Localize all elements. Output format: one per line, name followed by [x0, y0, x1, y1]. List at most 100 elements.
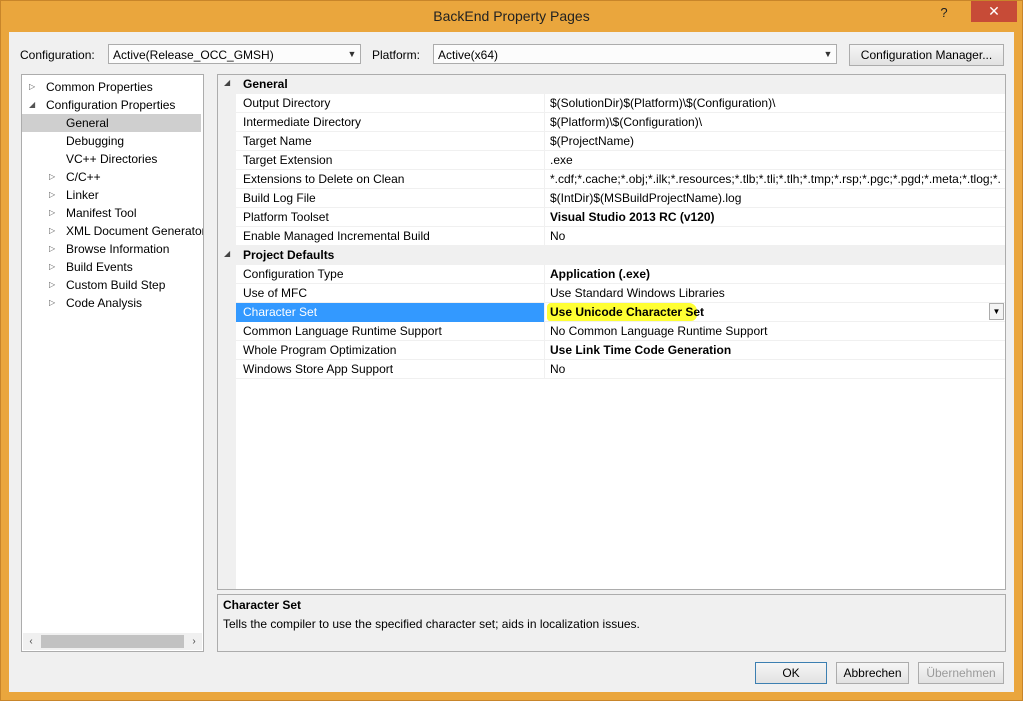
description-title: Character Set	[223, 598, 302, 612]
tree-item[interactable]: ▷ Build Events	[49, 258, 133, 276]
chevron-down-icon: ▼	[347, 49, 357, 59]
column-divider[interactable]	[544, 170, 545, 189]
property-name: Character Set	[243, 305, 318, 319]
property-row[interactable]: Enable Managed Incremental Build No	[218, 227, 1005, 246]
property-row[interactable]: Intermediate Directory $(Platform)\$(Conf…	[218, 113, 1005, 132]
property-value: No Common Language Runtime Support	[550, 324, 768, 338]
description-panel: Character Set Tells the compiler to use …	[217, 594, 1006, 652]
collapse-arrow-icon[interactable]: ◢	[224, 249, 230, 258]
column-divider[interactable]	[544, 265, 545, 284]
column-divider[interactable]	[544, 94, 545, 113]
tree-item-label: VC++ Directories	[66, 152, 158, 166]
property-value: .exe	[550, 153, 573, 167]
apply-button[interactable]: Übernehmen	[918, 662, 1004, 684]
property-row[interactable]: Whole Program Optimization Use Link Time …	[218, 341, 1005, 360]
column-divider[interactable]	[544, 227, 545, 246]
tree-item[interactable]: ▷ Browse Information	[49, 240, 169, 258]
property-row[interactable]: Use of MFC Use Standard Windows Libraries	[218, 284, 1005, 303]
tree-item[interactable]: ▷ Linker	[49, 186, 99, 204]
property-grid[interactable]: ◢ General Output Directory $(SolutionDir)$(…	[217, 74, 1006, 590]
property-row[interactable]: Build Log File $(IntDir)$(MSBuildProjectN…	[218, 189, 1005, 208]
scroll-left-icon[interactable]: ‹	[23, 633, 39, 650]
configuration-select[interactable]: Active(Release_OCC_GMSH) ▼	[108, 44, 361, 64]
property-value: $(ProjectName)	[550, 134, 635, 148]
property-row[interactable]: Windows Store App Support No	[218, 360, 1005, 379]
property-row[interactable]: Configuration Type Application (.exe)	[218, 265, 1005, 284]
property-name: Extensions to Delete on Clean	[243, 172, 405, 186]
expand-arrow-icon[interactable]: ▷	[29, 78, 35, 96]
configuration-value: Active(Release_OCC_GMSH)	[113, 48, 274, 62]
property-value: *.cdf;*.cache;*.obj;*.ilk;*.resources;*.…	[550, 172, 1001, 186]
tree-item[interactable]: General	[22, 114, 201, 132]
expand-arrow-icon[interactable]: ▷	[49, 204, 55, 222]
expand-arrow-icon[interactable]: ▷	[49, 168, 55, 186]
column-divider[interactable]	[544, 113, 545, 132]
tree-item[interactable]: ▷ Manifest Tool	[49, 204, 137, 222]
tree-item[interactable]: ▷ C/C++	[49, 168, 101, 186]
property-value: Use Link Time Code Generation	[550, 343, 732, 357]
tree-item-label: C/C++	[66, 170, 101, 184]
platform-label: Platform:	[372, 48, 421, 62]
tree-item[interactable]: ◢ Configuration Properties	[29, 96, 175, 114]
expand-arrow-icon[interactable]: ▷	[49, 222, 55, 240]
column-divider[interactable]	[544, 322, 545, 341]
property-name: Intermediate Directory	[243, 115, 362, 129]
property-row[interactable]: Common Language Runtime Support No Common…	[218, 322, 1005, 341]
window-title: BackEnd Property Pages	[433, 8, 590, 24]
property-row[interactable]: Platform Toolset Visual Studio 2013 RC (v…	[218, 208, 1005, 227]
property-name: Platform Toolset	[243, 210, 329, 224]
tree-item[interactable]: VC++ Directories	[62, 150, 157, 168]
platform-value: Active(x64)	[438, 48, 499, 62]
column-divider[interactable]	[544, 132, 545, 151]
expand-arrow-icon[interactable]: ▷	[49, 276, 55, 294]
tree-item[interactable]: ▷ XML Document Generator	[49, 222, 203, 240]
tree-item-label: Debugging	[66, 134, 125, 148]
tree-item[interactable]: ▷ Code Analysis	[49, 294, 142, 312]
category-header[interactable]: ◢ Project Defaults	[218, 246, 1005, 265]
collapse-arrow-icon[interactable]: ◢	[224, 78, 230, 87]
property-row[interactable]: Target Name $(ProjectName)	[218, 132, 1005, 151]
expand-arrow-icon[interactable]: ▷	[49, 240, 55, 258]
property-value[interactable]: Use Unicode Character Set	[550, 305, 1002, 319]
column-divider[interactable]	[544, 303, 545, 322]
tree-item-label: Manifest Tool	[66, 206, 137, 220]
property-row[interactable]: Target Extension .exe	[218, 151, 1005, 170]
expand-arrow-icon[interactable]: ▷	[49, 258, 55, 276]
tree-item-label: Linker	[66, 188, 99, 202]
tree-item[interactable]: ▷ Custom Build Step	[49, 276, 165, 294]
property-tree[interactable]: ‹ › ▷ Common Properties ◢ Configuration Pro…	[21, 74, 204, 652]
property-name: Whole Program Optimization	[243, 343, 397, 357]
tree-item[interactable]: Debugging	[62, 132, 124, 150]
collapse-arrow-icon[interactable]: ◢	[29, 96, 35, 114]
tree-item[interactable]: ▷ Common Properties	[29, 78, 153, 96]
expand-arrow-icon[interactable]: ▷	[49, 294, 55, 312]
property-name: Build Log File	[243, 191, 316, 205]
help-button[interactable]: ?	[934, 3, 954, 23]
category-label: General	[243, 77, 288, 91]
cancel-button[interactable]: Abbrechen	[836, 662, 909, 684]
configuration-manager-button[interactable]: Configuration Manager...	[849, 44, 1004, 66]
expand-arrow-icon[interactable]: ▷	[49, 186, 55, 204]
column-divider[interactable]	[544, 341, 545, 360]
property-row[interactable]: Output Directory $(SolutionDir)$(Platform…	[218, 94, 1005, 113]
property-value: Application (.exe)	[550, 267, 651, 281]
ok-button[interactable]: OK	[755, 662, 827, 684]
scroll-thumb[interactable]	[41, 635, 184, 648]
property-name: Configuration Type	[243, 267, 344, 281]
column-divider[interactable]	[544, 360, 545, 379]
scroll-right-icon[interactable]: ›	[186, 633, 202, 650]
category-header[interactable]: ◢ General	[218, 75, 1005, 94]
property-value: Use Standard Windows Libraries	[550, 286, 725, 300]
column-divider[interactable]	[544, 189, 545, 208]
close-button[interactable]: ✕	[971, 1, 1017, 22]
column-divider[interactable]	[544, 208, 545, 227]
property-row[interactable]: Character Set Use Unicode Character Set ▼	[218, 303, 1005, 322]
column-divider[interactable]	[544, 284, 545, 303]
title-bar[interactable]: BackEnd Property Pages ? ✕	[1, 1, 1022, 33]
column-divider[interactable]	[544, 151, 545, 170]
platform-select[interactable]: Active(x64) ▼	[433, 44, 837, 64]
property-row[interactable]: Extensions to Delete on Clean *.cdf;*.cac…	[218, 170, 1005, 189]
tree-horizontal-scrollbar[interactable]: ‹ ›	[23, 633, 202, 650]
tree-item-label: Build Events	[66, 260, 133, 274]
chevron-down-icon: ▼	[823, 49, 833, 59]
